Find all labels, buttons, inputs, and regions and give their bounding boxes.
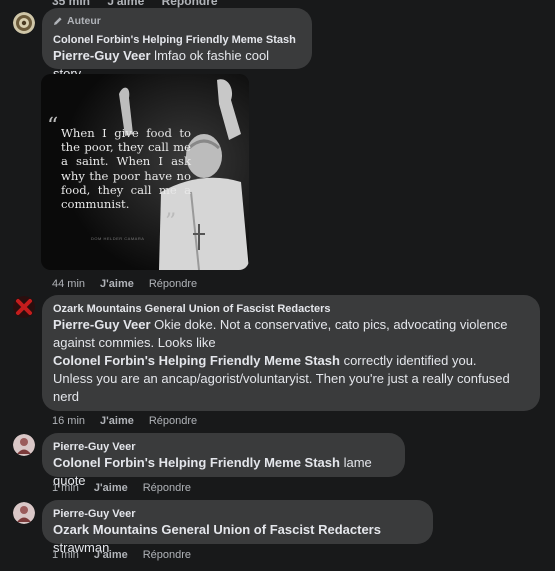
like-button[interactable]: J'aime <box>94 482 128 494</box>
timestamp[interactable]: 35 min <box>52 0 90 8</box>
mention-link[interactable]: Pierre-Guy Veer <box>53 317 151 332</box>
reply-button[interactable]: Répondre <box>149 415 197 427</box>
timestamp[interactable]: 44 min <box>52 278 85 290</box>
like-button[interactable]: J'aime <box>100 278 134 290</box>
mention-link[interactable]: Colonel Forbin's Helping Friendly Meme S… <box>53 353 340 368</box>
image-quote-credit: DOM HELDER CAMARA <box>91 236 145 241</box>
image-quote-text: When I give food to the poor, they call … <box>61 126 191 212</box>
author-badge-label: Auteur <box>67 15 101 27</box>
pencil-icon <box>54 17 62 25</box>
comment-image[interactable]: “ When I give food to the poor, they cal… <box>41 74 249 270</box>
timestamp[interactable]: 1 min <box>52 482 79 494</box>
comment-actions: 1 min J'aime Répondre <box>52 549 191 561</box>
mention-link[interactable]: Ozark Mountains General Union of Fascist… <box>53 522 381 537</box>
close-quote-icon: ” <box>165 210 177 235</box>
avatar[interactable] <box>13 296 35 318</box>
reply-button[interactable]: Répondre <box>162 0 218 8</box>
comment-actions: 44 min J'aime Répondre <box>52 278 197 290</box>
comment-thread: 35 min J'aime Répondre Auteur Colonel Fo… <box>0 0 555 571</box>
comment-actions: 16 min J'aime Répondre <box>52 415 197 427</box>
comment-text: Pierre-Guy Veer Okie doke. Not a conserv… <box>53 316 528 406</box>
comment-author[interactable]: Colonel Forbin's Helping Friendly Meme S… <box>53 33 300 47</box>
avatar[interactable] <box>13 434 35 456</box>
reply-button[interactable]: Répondre <box>149 278 197 290</box>
timestamp[interactable]: 16 min <box>52 415 85 427</box>
previous-comment-actions: 35 min J'aime Répondre <box>52 0 232 8</box>
comment-bubble: Auteur Colonel Forbin's Helping Friendly… <box>42 8 312 81</box>
open-quote-icon: “ <box>47 114 59 139</box>
comment-actions: 1 min J'aime Répondre <box>52 482 191 494</box>
comment-author[interactable]: Ozark Mountains General Union of Fascist… <box>53 302 528 316</box>
like-button[interactable]: J'aime <box>100 415 134 427</box>
avatar[interactable] <box>13 502 35 524</box>
comment-bubble: Ozark Mountains General Union of Fascist… <box>42 295 540 411</box>
comment-author[interactable]: Pierre-Guy Veer <box>53 440 393 454</box>
like-button[interactable]: J'aime <box>107 0 144 8</box>
timestamp[interactable]: 1 min <box>52 549 79 561</box>
reply-button[interactable]: Répondre <box>143 482 191 494</box>
mention-link[interactable]: Pierre-Guy Veer <box>53 48 151 63</box>
avatar[interactable] <box>13 12 35 34</box>
comment-bubble: Pierre-Guy Veer Ozark Mountains General … <box>42 500 433 555</box>
comment-bubble: Pierre-Guy Veer Colonel Forbin's Helping… <box>42 433 405 488</box>
author-badge: Auteur <box>53 15 300 27</box>
comment-body: correctly identified you. <box>339 353 477 368</box>
comment-body: Unless you are an ancap/agorist/voluntar… <box>53 371 510 404</box>
comment-author[interactable]: Pierre-Guy Veer <box>53 507 421 521</box>
reply-button[interactable]: Répondre <box>143 549 191 561</box>
like-button[interactable]: J'aime <box>94 549 128 561</box>
mention-link[interactable]: Colonel Forbin's Helping Friendly Meme S… <box>53 455 340 470</box>
